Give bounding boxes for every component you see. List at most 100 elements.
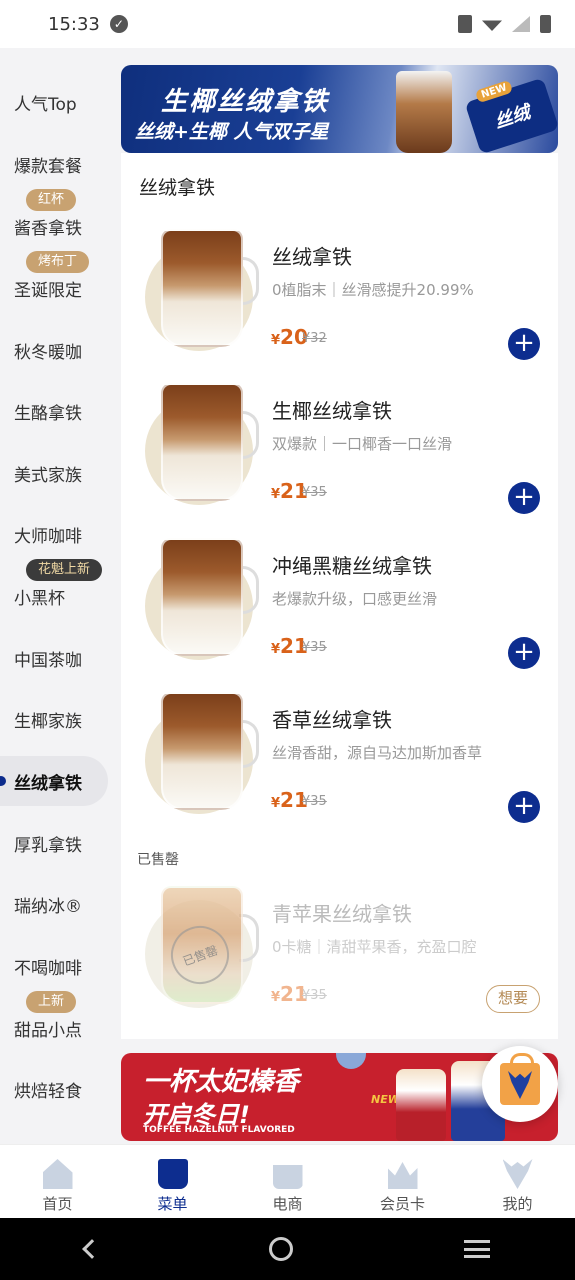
product-description: 老爆款升级，口感更丝滑 — [272, 590, 438, 608]
sidebar-item-label: 小黑杯 — [14, 588, 65, 609]
sidebar-item-coconut[interactable]: 生椰家族 — [0, 694, 108, 744]
banner-english-text: TOFFEE HAZELNUT FLAVORED — [143, 1125, 295, 1135]
tab-membership[interactable]: 会员卡 — [345, 1145, 460, 1218]
active-indicator-dot — [0, 776, 6, 786]
sidebar-item-popular[interactable]: 人气Top — [0, 77, 108, 127]
sidebar-item-label: 丝绒拿铁 — [14, 773, 82, 794]
promo-banner-top[interactable]: 生椰丝绒拿铁 丝绒+生椰 人气双子星 丝绒 NEW — [121, 65, 558, 153]
product-image — [143, 383, 261, 507]
back-icon[interactable] — [82, 1239, 103, 1259]
category-badge: 上新 — [26, 991, 77, 1013]
product-item[interactable]: 丝绒拿铁 0植脂末｜丝滑感提升20.99% ¥20 ¥32 + — [121, 221, 558, 361]
add-to-cart-button[interactable]: + — [508, 482, 540, 514]
category-sidebar[interactable]: 人气Top 爆款套餐 红杯 酱香拿铁 烤布丁 圣诞限定 秋冬暖咖 生酪拿铁 美式… — [0, 48, 116, 1144]
product-item[interactable]: 生椰丝绒拿铁 双爆款｜一口椰香一口丝滑 ¥21 ¥35 + — [121, 375, 558, 515]
sidebar-item-ice[interactable]: 瑞纳冰® — [0, 879, 108, 929]
sidebar-item-label: 爆款套餐 — [14, 156, 82, 177]
sidebar-item-velvet-latte[interactable]: 丝绒拿铁 — [0, 756, 108, 806]
product-original-price: ¥35 — [302, 640, 327, 655]
product-original-price: ¥35 — [302, 794, 327, 809]
soldout-section-label: 已售罄 — [137, 852, 179, 868]
system-navigation-bar — [0, 1218, 575, 1280]
vibrate-icon — [458, 15, 472, 33]
sidebar-item-combos[interactable]: 爆款套餐 — [0, 139, 108, 189]
sidebar-item-label: 秋冬暖咖 — [14, 342, 82, 363]
bottom-tab-bar: 首页 菜单 电商 会员卡 我的 — [0, 1144, 575, 1218]
product-name: 香草丝绒拿铁 — [272, 708, 392, 732]
product-description: 丝滑香甜，源自马达加斯加香草 — [272, 744, 483, 762]
shopping-bag-icon — [272, 1165, 303, 1189]
product-list: 丝绒拿铁 丝绒拿铁 0植脂末｜丝滑感提升20.99% ¥20 ¥32 + 生椰丝… — [121, 153, 558, 1039]
banner-title: 生椰丝绒拿铁 — [161, 87, 330, 117]
home-icon — [42, 1159, 73, 1189]
tab-profile[interactable]: 我的 — [460, 1145, 575, 1218]
category-badge: 烤布丁 — [26, 251, 90, 273]
sidebar-item-non-coffee[interactable]: 不喝咖啡 — [0, 941, 108, 991]
banner-title: 一杯太妃榛香 — [143, 1067, 300, 1097]
product-name: 生椰丝绒拿铁 — [272, 399, 392, 423]
battery-icon — [540, 15, 551, 33]
recent-apps-icon[interactable] — [463, 1240, 490, 1258]
tab-menu[interactable]: 菜单 — [115, 1145, 230, 1218]
product-original-price: ¥32 — [302, 331, 327, 346]
product-item[interactable]: 冲绳黑糖丝绒拿铁 老爆款升级，口感更丝滑 ¥21 ¥35 + — [121, 530, 558, 670]
crown-icon — [387, 1162, 418, 1189]
tab-home[interactable]: 首页 — [0, 1145, 115, 1218]
wifi-icon — [482, 20, 502, 31]
category-badge: 红杯 — [26, 189, 77, 211]
product-name: 丝绒拿铁 — [272, 245, 352, 269]
tab-label: 我的 — [502, 1195, 533, 1213]
deer-icon — [502, 1159, 533, 1189]
product-image — [143, 229, 261, 353]
product-item[interactable]: 香草丝绒拿铁 丝滑香甜，源自马达加斯加香草 ¥21 ¥35 + — [121, 684, 558, 824]
sidebar-item-label: 大师咖啡 — [14, 526, 82, 547]
sidebar-item-cheese-latte[interactable]: 生酪拿铁 — [0, 386, 108, 436]
sidebar-item-label: 生酪拿铁 — [14, 403, 82, 424]
sidebar-item-label: 厚乳拿铁 — [14, 835, 82, 856]
sidebar-item-desserts[interactable]: 上新 甜品小点 — [0, 991, 108, 1053]
sidebar-item-winter[interactable]: 秋冬暖咖 — [0, 325, 108, 375]
product-original-price: ¥35 — [302, 988, 327, 1003]
sidebar-item-thick-milk[interactable]: 厚乳拿铁 — [0, 818, 108, 868]
product-description: 双爆款｜一口椰香一口丝滑 — [272, 435, 453, 453]
product-name: 冲绳黑糖丝绒拿铁 — [272, 554, 432, 578]
product-item-soldout[interactable]: 已售罄 青苹果丝绒拿铁 0卡糖｜清甜苹果香，充盈口腔 ¥21 ¥35 想要 — [121, 878, 558, 1018]
sidebar-item-master-coffee[interactable]: 大师咖啡 — [0, 509, 108, 559]
sidebar-item-little-black-cup[interactable]: 花魁上新 小黑杯 — [0, 559, 108, 621]
signal-icon — [512, 16, 530, 32]
product-image — [143, 538, 261, 662]
product-description: 0卡糖｜清甜苹果香，充盈口腔 — [272, 938, 477, 956]
product-image — [143, 692, 261, 816]
tab-label: 会员卡 — [379, 1195, 425, 1213]
cup-icon — [157, 1159, 188, 1189]
check-circle-icon: ✓ — [109, 15, 128, 33]
sidebar-item-label: 酱香拿铁 — [14, 218, 82, 239]
tab-label: 菜单 — [157, 1195, 188, 1213]
sidebar-item-label: 人气Top — [14, 94, 77, 115]
deer-logo-icon — [508, 1071, 532, 1099]
tab-shop[interactable]: 电商 — [230, 1145, 345, 1218]
sidebar-item-label: 不喝咖啡 — [14, 958, 82, 979]
shopping-bag-icon — [500, 1053, 540, 1105]
sidebar-item-bakery[interactable]: 烘焙轻食 — [0, 1064, 108, 1114]
sidebar-item-americano[interactable]: 美式家族 — [0, 448, 108, 498]
sidebar-item-maotai-latte[interactable]: 红杯 酱香拿铁 — [0, 189, 108, 251]
sidebar-item-chinese-tea[interactable]: 中国茶咖 — [0, 633, 108, 683]
tab-label: 首页 — [42, 1195, 73, 1213]
add-to-cart-button[interactable]: + — [508, 328, 540, 360]
drink-cup-image — [396, 1069, 446, 1141]
status-time: 15:33 — [48, 13, 100, 35]
add-to-cart-button[interactable]: + — [508, 637, 540, 669]
decoration-ball — [336, 1053, 366, 1069]
product-original-price: ¥35 — [302, 485, 327, 500]
add-to-cart-button[interactable]: + — [508, 791, 540, 823]
want-button[interactable]: 想要 — [486, 985, 540, 1013]
product-description: 0植脂末｜丝滑感提升20.99% — [272, 281, 474, 299]
product-image: 已售罄 — [143, 886, 261, 1010]
home-circle-icon[interactable] — [269, 1237, 294, 1261]
cart-button[interactable] — [482, 1046, 558, 1122]
sidebar-item-christmas[interactable]: 烤布丁 圣诞限定 — [0, 251, 108, 313]
sidebar-item-label: 中国茶咖 — [14, 650, 82, 671]
banner-subtitle: 丝绒+生椰 人气双子星 — [135, 121, 329, 143]
sidebar-item-label: 生椰家族 — [14, 711, 82, 732]
